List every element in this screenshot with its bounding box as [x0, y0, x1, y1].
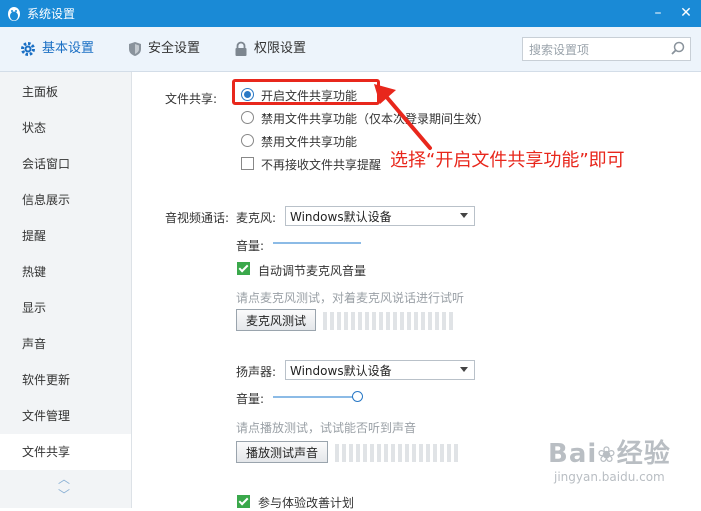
close-button[interactable]: ✕ [673, 0, 699, 27]
mic-label: 麦克风: [236, 211, 277, 225]
paw-icon: ❀ [597, 443, 617, 468]
speaker-hint: 请点播放测试，试试能否听到声音 [236, 421, 417, 435]
watermark-url: jingyan.baidu.com [554, 470, 665, 484]
speaker-device-select[interactable]: Windows默认设备 [285, 360, 475, 380]
tab-label: 权限设置 [254, 41, 307, 56]
speaker-volume-slider[interactable] [273, 396, 357, 398]
sidebar-item-sound[interactable]: 声音 [0, 326, 131, 362]
no-remind-label[interactable]: 不再接收文件共享提醒 [261, 156, 381, 173]
tab-permission-settings[interactable]: 权限设置 [234, 27, 306, 71]
chevron-down-icon [460, 213, 468, 218]
av-call-label: 音视频通话: [165, 211, 230, 225]
radio-disable-session[interactable] [241, 111, 254, 124]
annotation-text: 选择“开启文件共享功能”即可 [390, 150, 625, 171]
sidebar-item-file-sharing[interactable]: 文件共享 [0, 434, 131, 470]
speaker-volume-handle[interactable] [352, 391, 363, 402]
tab-security-settings[interactable]: 安全设置 [128, 27, 200, 71]
improve-plan-label[interactable]: 参与体验改善计划 [258, 494, 354, 511]
search-placeholder: 搜索设置项 [529, 43, 590, 57]
lock-icon [235, 41, 247, 56]
improve-plan-checkbox[interactable] [237, 495, 250, 508]
sidebar-item-display[interactable]: 显示 [0, 290, 131, 326]
search-icon[interactable] [670, 40, 686, 56]
mic-device-value: Windows默认设备 [290, 210, 392, 224]
mic-volume-slider[interactable] [273, 242, 361, 244]
scroll-down-icon[interactable]: ﹀ [58, 486, 70, 503]
shield-icon [129, 41, 141, 56]
sidebar-item-software-update[interactable]: 软件更新 [0, 362, 131, 398]
tab-label: 基本设置 [42, 41, 95, 56]
tab-bar: 基本设置 安全设置 权限设置 搜索设置项 [0, 27, 701, 72]
mic-level-meter [323, 312, 456, 330]
speaker-label: 扬声器: [236, 365, 277, 379]
file-share-label: 文件共享: [165, 92, 218, 106]
sidebar-item-file-management[interactable]: 文件管理 [0, 398, 131, 434]
speaker-test-button[interactable]: 播放测试声音 [236, 441, 328, 463]
annotation-arrow [374, 84, 432, 150]
auto-adjust-checkbox[interactable] [237, 262, 250, 275]
option-disable-file-share[interactable]: 禁用文件共享功能 [261, 133, 357, 150]
auto-adjust-label[interactable]: 自动调节麦克风音量 [258, 262, 366, 279]
window-title: 系统设置 [27, 7, 76, 21]
minimize-button[interactable]: – [645, 0, 671, 27]
mic-hint: 请点麦克风测试，对着麦克风说话进行试听 [236, 291, 465, 305]
mic-device-select[interactable]: Windows默认设备 [285, 206, 475, 226]
title-bar: 系统设置 – ✕ [0, 0, 701, 27]
penguin-icon [8, 7, 20, 21]
sidebar: 主面板 状态 会话窗口 信息展示 提醒 热键 显示 声音 软件更新 文件管理 文… [0, 72, 132, 508]
sidebar-item-chat-window[interactable]: 会话窗口 [0, 146, 131, 182]
sidebar-item-main-panel[interactable]: 主面板 [0, 74, 131, 110]
chevron-down-icon [460, 367, 468, 372]
sidebar-item-hotkey[interactable]: 热键 [0, 254, 131, 290]
tab-label: 安全设置 [148, 41, 201, 56]
sidebar-item-reminder[interactable]: 提醒 [0, 218, 131, 254]
tab-basic-settings[interactable]: 基本设置 [20, 27, 94, 71]
baidu-watermark: Bai❀经验 jingyan.baidu.com [548, 433, 671, 484]
watermark-logo: Bai❀经验 [548, 439, 671, 469]
search-input[interactable]: 搜索设置项 [522, 37, 691, 61]
highlight-box [232, 79, 380, 105]
speaker-level-meter [335, 444, 461, 462]
speaker-device-value: Windows默认设备 [290, 364, 392, 378]
scroll-up-icon[interactable]: ︿ [58, 470, 70, 487]
mic-test-button[interactable]: 麦克风测试 [236, 309, 316, 331]
mic-volume-label: 音量: [236, 239, 265, 253]
sidebar-item-info-display[interactable]: 信息展示 [0, 182, 131, 218]
radio-disable-file-share[interactable] [241, 134, 254, 147]
sidebar-item-status[interactable]: 状态 [0, 110, 131, 146]
speaker-volume-label: 音量: [236, 392, 265, 406]
gear-icon [21, 41, 35, 56]
no-remind-checkbox[interactable] [241, 157, 254, 170]
